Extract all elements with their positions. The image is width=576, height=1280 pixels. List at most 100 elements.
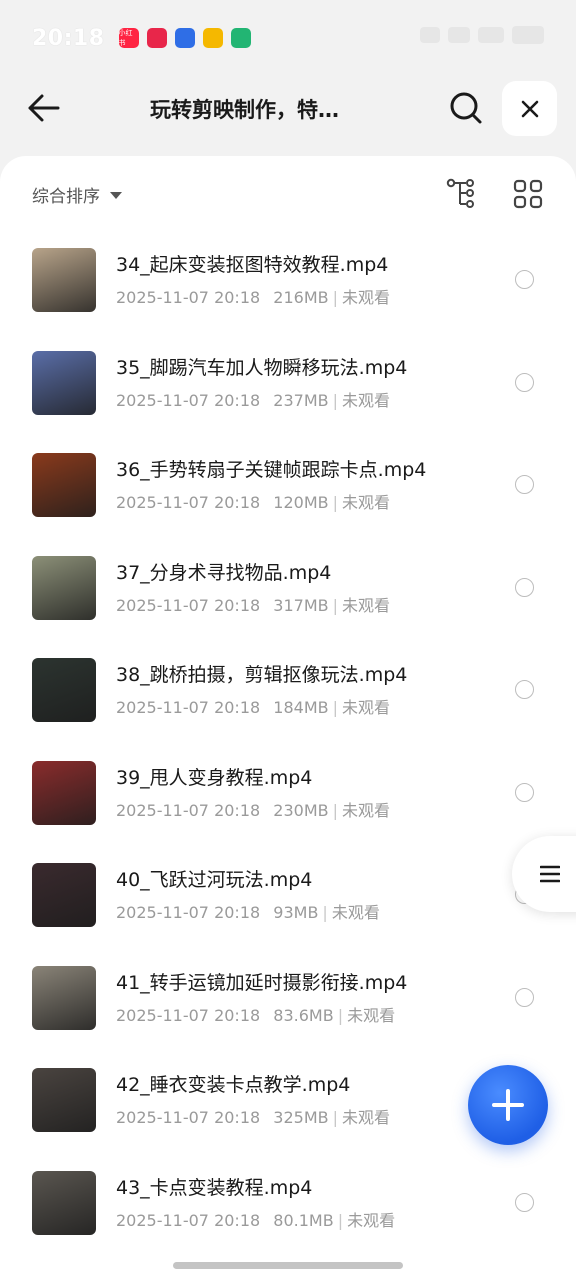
home-indicator[interactable] — [173, 1262, 403, 1269]
watch-status: 未观看 — [342, 390, 391, 410]
video-thumbnail — [32, 1170, 96, 1235]
grid-view-icon[interactable] — [512, 178, 544, 210]
select-radio[interactable] — [515, 680, 534, 699]
meta-divider: | — [332, 595, 338, 615]
video-thumbnail — [32, 248, 96, 312]
file-size: 230MB — [273, 800, 329, 820]
video-thumbnail — [32, 453, 96, 517]
list-item[interactable]: 37_分身术寻找物品.mp4 2025-11-07 20:18 317MB | 未观… — [0, 540, 576, 643]
sort-label: 综合排序 — [32, 187, 100, 207]
watch-status: 未观看 — [342, 800, 391, 820]
status-app-label: 小红书 — [118, 29, 133, 47]
video-thumbnail — [32, 658, 96, 722]
file-name: 37_分身术寻找物品.mp4 — [116, 561, 332, 584]
list-item[interactable]: 40_飞跃过河玩法.mp4 2025-11-07 20:18 93MB | 未观看 — [0, 847, 576, 950]
meta-divider: | — [322, 903, 328, 922]
file-date: 2025-11-07 20:18 — [116, 390, 261, 410]
file-date: 2025-11-07 20:18 — [116, 595, 261, 615]
select-radio[interactable] — [515, 372, 534, 392]
list-item[interactable]: 41_转手运镜加延时摄影衔接.mp4 2025-11-07 20:18 83.6… — [0, 950, 576, 1053]
watch-status: 未观看 — [347, 1210, 396, 1230]
meta-divider: | — [332, 288, 338, 307]
file-meta: 2025-11-07 20:18 216MB | 未观看 — [116, 284, 390, 308]
add-button[interactable] — [468, 1065, 548, 1145]
file-size: 184MB — [273, 698, 329, 717]
nfc-icon — [420, 27, 440, 43]
video-thumbnail — [32, 760, 96, 825]
watch-status: 未观看 — [347, 1005, 396, 1025]
file-date: 2025-11-07 20:18 — [116, 493, 261, 512]
select-radio[interactable] — [515, 782, 534, 802]
file-name: 42_睡衣变装卡点教学.mp4 — [116, 1074, 351, 1096]
meta-divider: | — [332, 698, 338, 717]
select-radio[interactable] — [515, 475, 534, 494]
signal-icon — [478, 27, 504, 43]
file-meta: 2025-11-07 20:18 230MB | 未观看 — [116, 797, 390, 821]
status-time: 20:18 — [32, 25, 105, 51]
data-speed-icon — [448, 27, 470, 43]
app-red-icon — [146, 28, 167, 48]
file-size: 216MB — [273, 288, 329, 307]
watch-status: 未观看 — [342, 288, 391, 307]
file-date: 2025-11-07 20:18 — [116, 698, 261, 717]
tree-view-icon[interactable] — [446, 178, 480, 208]
battery-icon — [512, 26, 544, 44]
list-item[interactable]: 35_脚踢汽车加人物瞬移玩法.mp4 2025-11-07 20:18 237M… — [0, 335, 576, 438]
menu-icon — [540, 865, 560, 883]
list-item[interactable]: 36_手势转扇子关键帧跟踪卡点.mp4 2025-11-07 20:18 120… — [0, 437, 576, 540]
list-item[interactable]: 43_卡点变装教程.mp4 2025-11-07 20:18 80.1MB | 未观… — [0, 1155, 576, 1258]
file-date: 2025-11-07 20:18 — [116, 903, 261, 922]
list-item[interactable]: 34_起床变装抠图特效教程.mp4 2025-11-07 20:18 216MB… — [0, 232, 576, 335]
file-meta: 2025-11-07 20:18 325MB | 未观看 — [116, 1104, 390, 1128]
file-date: 2025-11-07 20:18 — [116, 288, 261, 307]
meta-divider: | — [337, 1005, 344, 1025]
file-meta: 2025-11-07 20:18 83.6MB | 未观看 — [116, 1002, 395, 1026]
file-size: 83.6MB — [273, 1005, 334, 1025]
meta-divider: | — [332, 493, 338, 512]
file-name: 38_跳桥拍摄，剪辑抠像玩法.mp4 — [116, 664, 408, 686]
file-meta: 2025-11-07 20:18 237MB | 未观看 — [116, 387, 390, 411]
select-radio[interactable] — [515, 577, 534, 597]
header: 玩转剪映制作，特… — [0, 76, 576, 142]
mail-icon — [202, 28, 223, 48]
file-name: 40_飞跃过河玩法.mp4 — [116, 869, 313, 891]
search-icon[interactable] — [444, 86, 488, 130]
file-date: 2025-11-07 20:18 — [116, 800, 261, 820]
sort-dropdown[interactable]: 综合排序 — [32, 182, 122, 207]
file-size: 317MB — [273, 595, 329, 615]
video-thumbnail — [32, 555, 96, 620]
list-item[interactable]: 38_跳桥拍摄，剪辑抠像玩法.mp4 2025-11-07 20:18 184M… — [0, 642, 576, 745]
file-name: 43_卡点变装教程.mp4 — [116, 1176, 313, 1199]
watch-status: 未观看 — [342, 493, 391, 512]
meta-divider: | — [332, 800, 338, 820]
page-title: 玩转剪映制作，特… — [150, 98, 339, 122]
file-name: 39_甩人变身教程.mp4 — [116, 766, 313, 789]
file-name: 35_脚踢汽车加人物瞬移玩法.mp4 — [116, 356, 408, 379]
select-radio[interactable] — [515, 270, 534, 289]
watch-status: 未观看 — [331, 903, 380, 922]
select-radio[interactable] — [515, 1192, 534, 1212]
file-date: 2025-11-07 20:18 — [116, 1108, 261, 1127]
xiaohongshu-icon: 小红书 — [118, 28, 139, 48]
sort-bar: 综合排序 — [0, 156, 576, 232]
meta-divider: | — [332, 390, 338, 410]
file-meta: 2025-11-07 20:18 120MB | 未观看 — [116, 489, 390, 513]
baidu-icon — [174, 28, 195, 48]
close-icon[interactable] — [502, 81, 557, 136]
video-thumbnail — [32, 965, 96, 1030]
watch-status: 未观看 — [342, 698, 391, 717]
arrow-left-icon[interactable] — [22, 86, 66, 130]
file-meta: 2025-11-07 20:18 93MB | 未观看 — [116, 899, 380, 923]
file-date: 2025-11-07 20:18 — [116, 1005, 261, 1025]
meta-divider: | — [337, 1210, 344, 1230]
file-size: 237MB — [273, 390, 329, 410]
file-size: 120MB — [273, 493, 329, 512]
file-name: 36_手势转扇子关键帧跟踪卡点.mp4 — [116, 459, 427, 481]
file-size: 80.1MB — [273, 1210, 334, 1230]
chevron-down-icon — [110, 192, 122, 199]
meta-divider: | — [332, 1108, 338, 1127]
list-item[interactable]: 39_甩人变身教程.mp4 2025-11-07 20:18 230MB | 未观看 — [0, 745, 576, 848]
file-size: 93MB — [273, 903, 319, 922]
select-radio[interactable] — [515, 987, 534, 1007]
file-date: 2025-11-07 20:18 — [116, 1210, 261, 1230]
